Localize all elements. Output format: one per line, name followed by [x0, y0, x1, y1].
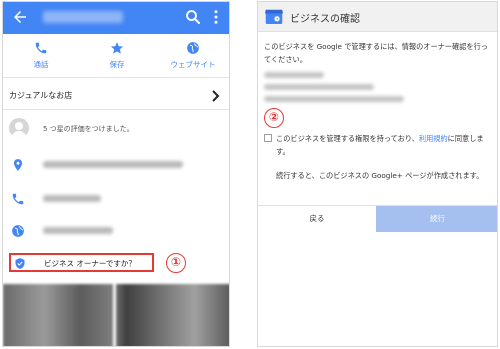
rating-row[interactable]: 5 つ星の評価をつけました。 — [3, 112, 229, 146]
location-pin-icon — [13, 159, 23, 171]
blur-line — [264, 84, 374, 90]
globe-icon — [187, 42, 199, 54]
photo-divider — [113, 284, 116, 346]
category-label: カジュアルなお店 — [9, 91, 73, 100]
phone-icon — [35, 42, 47, 54]
phone-icon — [12, 193, 24, 205]
verified-shield-icon — [15, 258, 25, 269]
place-details-screen: 通話 保存 ウェブサイト カジュアルなお店 5 つ星の評価をつけました。 ビジネ… — [2, 1, 230, 347]
website-action[interactable]: ウェブサイト — [158, 34, 228, 77]
chevron-right-icon — [212, 90, 220, 102]
business-owner-text: ビジネス オーナーですか？ — [44, 259, 136, 268]
terms-link[interactable]: 利用規約 — [419, 134, 448, 143]
continue-note: 続行すると、このビジネスの Google+ ページが作成されます。 — [276, 171, 484, 180]
page-title: ビジネスの確認 — [290, 14, 360, 25]
website-label: ウェブサイト — [170, 60, 216, 69]
agree-text: このビジネスを管理する権限を持っており、利用規約に同意します。 — [264, 132, 496, 158]
more-vert-icon[interactable] — [209, 8, 223, 26]
business-owner-link[interactable]: ビジネス オーナーですか？ — [9, 253, 154, 272]
website-row[interactable] — [3, 216, 229, 246]
phone-row[interactable] — [3, 184, 229, 214]
callout-number-2: ② — [264, 108, 284, 128]
blur-line — [264, 72, 324, 78]
intro-text: このビジネスを Google で管理するには、情報のオーナー確認を行ってください… — [264, 42, 488, 64]
back-button[interactable]: 戻る — [258, 206, 376, 232]
app-bar — [3, 2, 229, 34]
save-label: 保存 — [109, 60, 125, 69]
star-icon — [110, 42, 124, 54]
blur-line — [264, 96, 404, 102]
address-row[interactable] — [3, 150, 229, 180]
agree-checkbox[interactable] — [264, 134, 272, 142]
verification-header: ビジネスの確認 — [258, 2, 497, 32]
continue-button[interactable]: 続行 — [376, 206, 497, 232]
address-blurred — [43, 161, 183, 168]
save-action[interactable]: 保存 — [82, 34, 152, 77]
back-arrow-icon[interactable] — [11, 8, 29, 26]
business-info-blurred — [264, 72, 424, 110]
phone-blurred — [43, 195, 101, 202]
person-icon — [11, 122, 27, 138]
google-my-business-icon — [265, 9, 283, 24]
call-action[interactable]: 通話 — [6, 34, 76, 77]
agree-prefix: このビジネスを管理する権限を持っており、 — [276, 134, 419, 143]
search-icon[interactable] — [184, 8, 202, 26]
terms-agreement: このビジネスを管理する権限を持っており、利用規約に同意します。 — [264, 132, 496, 158]
avatar — [9, 118, 29, 138]
photo-strip[interactable] — [3, 284, 229, 346]
quick-actions: 通話 保存 ウェブサイト — [3, 34, 229, 78]
place-name-blurred — [43, 11, 123, 23]
business-verification-screen: ビジネスの確認 このビジネスを Google で管理するには、情報のオーナー確認… — [257, 1, 498, 347]
rating-text: 5 つ星の評価をつけました。 — [43, 125, 134, 133]
button-bar: 戻る 続行 — [258, 205, 497, 232]
globe-icon — [12, 225, 24, 237]
call-label: 通話 — [33, 60, 49, 69]
callout-number-1: ① — [166, 253, 186, 273]
category-row[interactable]: カジュアルなお店 — [3, 82, 229, 110]
website-blurred — [43, 227, 113, 234]
